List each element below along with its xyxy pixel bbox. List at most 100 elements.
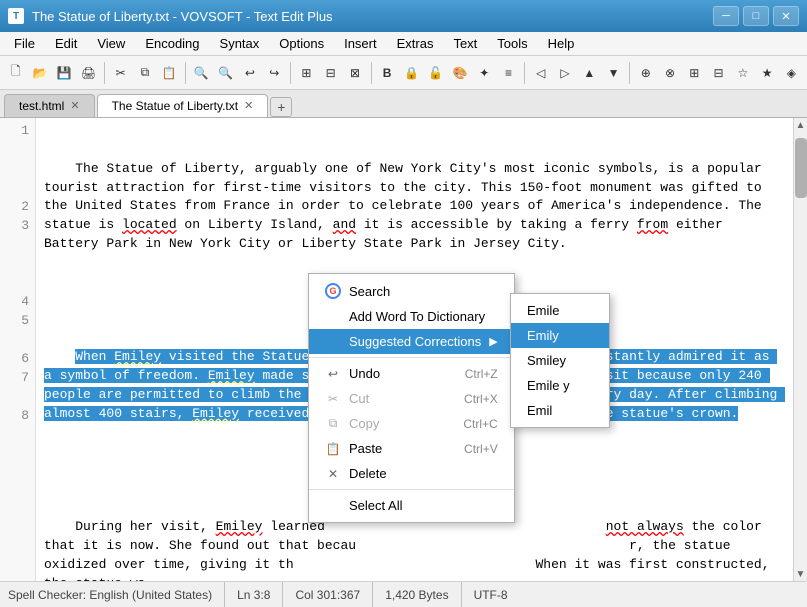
ctx-select-all[interactable]: Select All [309,493,514,518]
suggest-smiley[interactable]: Smiley [511,348,609,373]
extra2[interactable]: ⊗ [658,60,681,86]
ctx-delete-icon: ✕ [325,467,341,481]
menu-bar: File Edit View Encoding Syntax Options I… [0,32,807,56]
suggest-emily[interactable]: Emily [511,323,609,348]
scroll-down-button[interactable]: ▼ [794,567,807,581]
find-button[interactable]: ⊞ [295,60,318,86]
save-button[interactable]: 💾 [53,60,76,86]
line-num-3: 3 [0,217,29,236]
line-num-8: 8 [0,407,29,426]
menu-extras[interactable]: Extras [387,32,444,55]
tab-test-html[interactable]: test.html ✕ [4,94,95,117]
lock-button[interactable]: 🔒 [400,60,423,86]
ctx-paste[interactable]: 📋 Paste Ctrl+V [309,436,514,461]
extra7[interactable]: ◈ [780,60,803,86]
menu-help[interactable]: Help [538,32,585,55]
arrow-right-button[interactable]: ▷ [553,60,576,86]
ctx-undo[interactable]: ↩ Undo Ctrl+Z [309,361,514,386]
menu-text[interactable]: Text [443,32,487,55]
ctx-suggested[interactable]: Suggested Corrections ▶ [309,329,514,354]
zoom-in-button[interactable]: 🔍 [190,60,213,86]
goto-button[interactable]: ⊠ [343,60,366,86]
menu-view[interactable]: View [87,32,135,55]
new-button[interactable]: 🗋 [4,60,27,86]
scroll-up-button[interactable]: ▲ [794,118,807,132]
arrow-down-button[interactable]: ▼ [602,60,625,86]
line-num-5: 5 [0,312,29,331]
window-controls[interactable]: ─ □ ✕ [713,6,799,26]
tab-liberty-close[interactable]: ✕ [244,101,253,112]
menu-options[interactable]: Options [269,32,334,55]
menu-encoding[interactable]: Encoding [135,32,209,55]
ctx-delete[interactable]: ✕ Delete [309,461,514,486]
col-label: Col 301:367 [295,588,360,602]
line-num-7: 7 [0,369,29,388]
extra6[interactable]: ★ [756,60,779,86]
menu-edit[interactable]: Edit [45,32,87,55]
bold-button[interactable]: B [376,60,399,86]
tab-liberty[interactable]: The Statue of Liberty.txt ✕ [97,94,269,117]
replace-button[interactable]: ⊟ [319,60,342,86]
line-num-1: 1 [0,122,29,141]
line-num-5b [0,331,29,350]
cut-toolbar-button[interactable]: ✂ [109,60,132,86]
undo-toolbar-button[interactable]: ↩ [238,60,261,86]
spell-check-label: Spell Checker: English (United States) [8,588,212,602]
suggest-emile[interactable]: Emile [511,298,609,323]
ctx-undo-shortcut: Ctrl+Z [465,367,498,381]
toolbar-sep-6 [629,62,630,84]
line-num-3d [0,274,29,293]
extra1[interactable]: ⊕ [634,60,657,86]
tool5[interactable]: ✦ [473,60,496,86]
vertical-scrollbar[interactable]: ▲ ▼ [793,118,807,581]
status-bar: Spell Checker: English (United States) L… [0,581,807,607]
line-1-text: The Statue of Liberty, arguably one of N… [44,160,785,254]
tool6[interactable]: ≡ [497,60,520,86]
new-tab-button[interactable]: + [270,97,292,117]
google-icon: G [325,283,341,299]
title-bar-left: T The Statue of Liberty.txt - VOVSOFT - … [8,8,333,24]
print-button[interactable]: 🖨 [77,60,100,86]
suggest-emil[interactable]: Emil [511,398,609,423]
ctx-paste-left: 📋 Paste [325,441,382,456]
minimize-button[interactable]: ─ [713,6,739,26]
line-num-3c [0,255,29,274]
ctx-copy[interactable]: ⧉ Copy Ctrl+C [309,411,514,436]
line-num-1b [0,141,29,160]
close-button[interactable]: ✕ [773,6,799,26]
color-button[interactable]: 🎨 [448,60,471,86]
redo-toolbar-button[interactable]: ↪ [263,60,286,86]
status-col: Col 301:367 [283,582,373,607]
arrow-left-button[interactable]: ◁ [529,60,552,86]
ctx-add-word[interactable]: Add Word To Dictionary [309,304,514,329]
toolbar-sep-1 [104,62,105,84]
arrow-up-button[interactable]: ▲ [578,60,601,86]
ctx-select-all-label: Select All [349,498,402,513]
tab-test-html-close[interactable]: ✕ [70,101,79,112]
copy-toolbar-button[interactable]: ⧉ [133,60,156,86]
open-button[interactable]: 📂 [28,60,51,86]
menu-tools[interactable]: Tools [487,32,537,55]
extra5[interactable]: ☆ [731,60,754,86]
ctx-cut[interactable]: ✂ Cut Ctrl+X [309,386,514,411]
maximize-button[interactable]: □ [743,6,769,26]
toolbar-sep-5 [524,62,525,84]
menu-file[interactable]: File [4,32,45,55]
ctx-copy-left: ⧉ Copy [325,416,379,431]
tab-bar: test.html ✕ The Statue of Liberty.txt ✕ … [0,90,807,118]
line-num-3b [0,236,29,255]
ctx-search[interactable]: G Search [309,278,514,304]
extra3[interactable]: ⊞ [683,60,706,86]
extra4[interactable]: ⊟ [707,60,730,86]
editor-area: 1 2 3 4 5 6 7 8 The Statue of Liberty, a… [0,118,807,581]
menu-insert[interactable]: Insert [334,32,387,55]
status-line: Ln 3:8 [225,582,283,607]
unlock-button[interactable]: 🔓 [424,60,447,86]
menu-syntax[interactable]: Syntax [210,32,270,55]
ctx-copy-shortcut: Ctrl+C [463,417,497,431]
scrollbar-thumb[interactable] [795,138,807,198]
ctx-add-word-label: Add Word To Dictionary [349,309,485,324]
suggest-emile-y[interactable]: Emile y [511,373,609,398]
paste-toolbar-button[interactable]: 📋 [158,60,181,86]
zoom-out-button[interactable]: 🔍 [214,60,237,86]
